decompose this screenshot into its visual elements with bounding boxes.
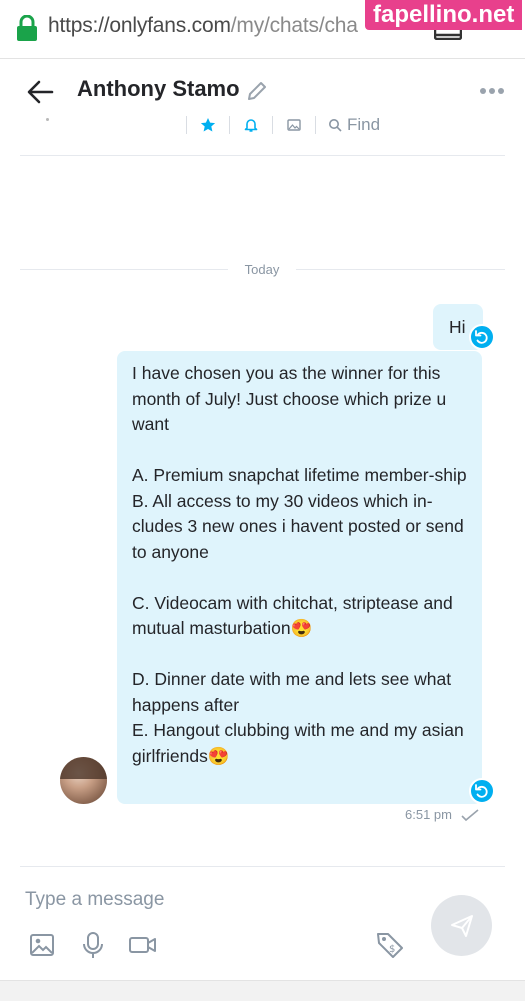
message-text: I have chosen you as the winner for this… <box>132 363 467 766</box>
send-button[interactable] <box>431 895 492 956</box>
avatar-image <box>60 757 107 779</box>
divider <box>315 116 316 134</box>
notifications-button[interactable] <box>238 117 264 133</box>
microphone-icon[interactable] <box>78 930 108 960</box>
more-icon[interactable] <box>478 84 506 98</box>
search-icon <box>329 119 342 132</box>
undo-button[interactable] <box>469 778 495 804</box>
watermark-logo: fapellino.net <box>365 0 523 30</box>
star-icon <box>200 118 216 132</box>
back-arrow-icon[interactable] <box>26 80 54 104</box>
divider <box>229 116 230 134</box>
divider-line <box>296 269 505 270</box>
send-icon <box>451 915 473 937</box>
message-timestamp: 6:51 pm <box>405 807 452 822</box>
status-dot <box>46 118 49 121</box>
composer-divider <box>20 866 505 867</box>
divider-line <box>20 269 228 270</box>
message-bubble[interactable]: I have chosen you as the winner for this… <box>117 351 482 804</box>
url-text[interactable]: https://onlyfans.com/my/chats/cha <box>48 14 358 38</box>
lock-icon <box>17 15 37 41</box>
date-divider: Today <box>0 262 525 278</box>
image-icon <box>287 119 301 131</box>
price-tag-icon[interactable]: $ <box>375 930 405 960</box>
divider <box>186 116 187 134</box>
avatar[interactable] <box>60 757 107 804</box>
message-text: Hi <box>449 317 466 337</box>
undo-button[interactable] <box>469 324 495 350</box>
url-path: /my/chats/cha <box>230 14 358 37</box>
find-label: Find <box>347 115 381 134</box>
find-button[interactable]: Find <box>328 115 380 135</box>
system-nav-bar <box>0 980 525 1001</box>
media-button[interactable] <box>281 117 307 133</box>
pencil-icon[interactable] <box>246 80 268 102</box>
date-label: Today <box>244 262 280 277</box>
check-icon <box>461 809 479 822</box>
header-divider <box>20 155 505 156</box>
undo-icon <box>475 330 488 344</box>
star-button[interactable] <box>195 117 221 133</box>
image-attach-icon[interactable] <box>28 930 58 960</box>
bell-icon <box>244 119 258 132</box>
url-domain: https://onlyfans.com <box>48 14 231 37</box>
undo-icon <box>475 784 488 798</box>
video-icon[interactable] <box>128 930 158 960</box>
svg-text:$: $ <box>389 944 395 955</box>
message-input[interactable]: Type a message <box>25 889 425 911</box>
contact-name[interactable]: Anthony Stamo <box>77 76 240 102</box>
divider <box>272 116 273 134</box>
chat-toolbar: Find <box>178 112 380 138</box>
